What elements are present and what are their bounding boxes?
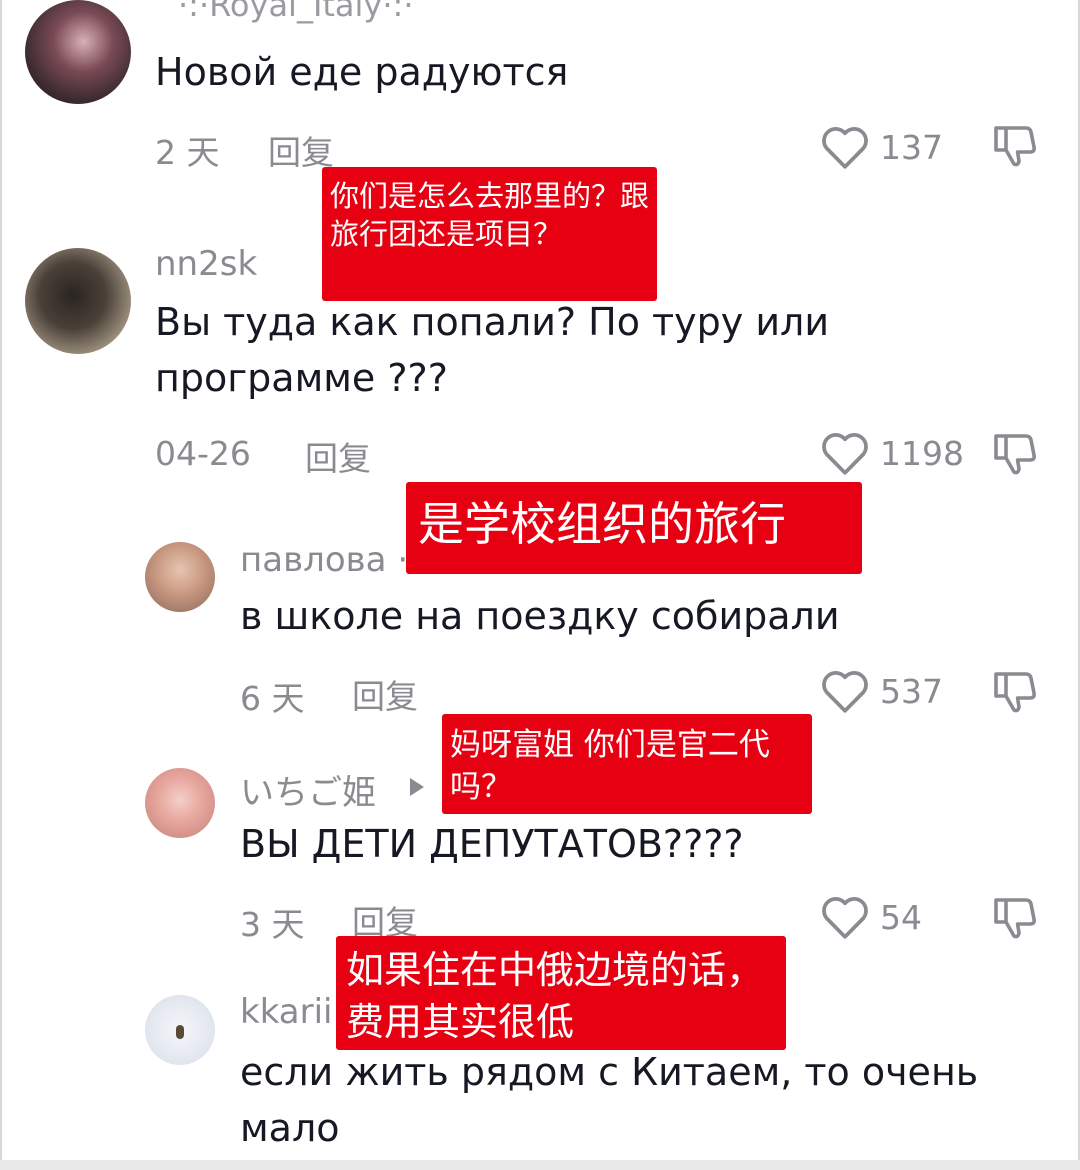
heart-icon <box>822 433 868 475</box>
translation-note: 妈呀富姐 你们是官二代吗？ <box>442 714 812 814</box>
comment-text: Вы туда как попали? По туру или программ… <box>155 300 830 400</box>
comment-time: 04-26 <box>155 434 251 473</box>
comment-time: 3 天 <box>240 905 305 944</box>
translation-note: 如果住在中俄边境的话，费用其实很低 <box>336 936 786 1050</box>
comment-username[interactable]: павлова · <box>240 540 408 580</box>
comment-username[interactable]: いちご姫 <box>240 765 376 814</box>
bottom-divider <box>0 1160 1080 1170</box>
translation-note: 你们是怎么去那里的？跟旅行团还是项目？ <box>322 167 657 301</box>
dislike-icon[interactable] <box>992 670 1040 714</box>
dislike-icon[interactable] <box>992 432 1040 476</box>
comment-username[interactable]: kkarii <box>240 992 333 1032</box>
play-triangle-icon <box>410 778 424 796</box>
like-count: 137 <box>880 127 943 167</box>
comment-username[interactable]: ·:·Royal_Italy·:· <box>178 0 413 24</box>
reply-button[interactable]: 回复 <box>305 432 371 480</box>
dislike-icon[interactable] <box>992 124 1040 168</box>
comment-text: если жить рядом с Китаем, то очень мало <box>240 1050 979 1150</box>
heart-icon <box>822 127 868 169</box>
dislike-icon[interactable] <box>992 896 1040 940</box>
like-button[interactable]: 1198 <box>820 430 964 476</box>
heart-icon <box>822 671 868 713</box>
like-button[interactable]: 54 <box>820 894 922 940</box>
comment-time: 2 天 <box>155 133 220 172</box>
like-button[interactable]: 537 <box>820 668 943 714</box>
heart-icon <box>822 897 868 939</box>
avatar[interactable] <box>145 768 215 838</box>
avatar-figure-icon <box>176 1025 184 1039</box>
comment-text: Новой еде радуются <box>155 50 569 94</box>
translation-note: 是学校组织的旅行 <box>406 482 862 574</box>
comment-text: в школе на поездку собирали <box>240 594 840 638</box>
reply-button[interactable]: 回复 <box>352 670 418 718</box>
avatar[interactable] <box>25 248 131 354</box>
like-count: 54 <box>880 897 922 937</box>
avatar[interactable] <box>25 0 131 104</box>
avatar[interactable] <box>145 542 215 612</box>
like-count: 537 <box>880 671 943 711</box>
comment-time: 6 天 <box>240 679 305 718</box>
comment-text: ВЫ ДЕТИ ДЕПУТАТОВ???? <box>240 822 744 866</box>
like-count: 1198 <box>880 433 964 473</box>
comment-username[interactable]: nn2sk <box>155 244 257 284</box>
like-button[interactable]: 137 <box>820 124 943 170</box>
avatar[interactable] <box>145 995 215 1065</box>
